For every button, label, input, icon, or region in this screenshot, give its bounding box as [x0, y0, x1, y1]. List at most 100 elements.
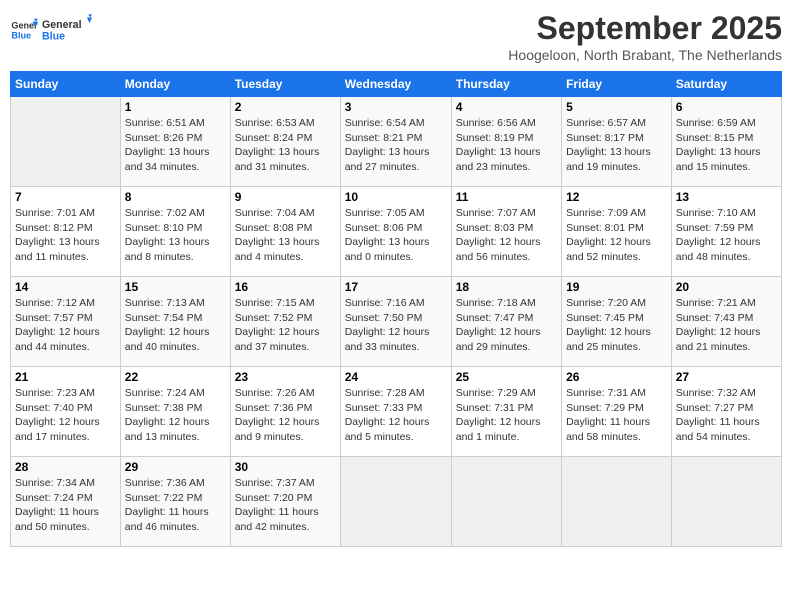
calendar-cell: 5 Sunrise: 6:57 AM Sunset: 8:17 PM Daylig…: [562, 97, 672, 187]
day-number: 13: [676, 190, 777, 204]
calendar-cell: 26Sunrise: 7:31 AM Sunset: 7:29 PM Dayli…: [562, 367, 672, 457]
day-number: 14: [15, 280, 116, 294]
day-number: 27: [676, 370, 777, 384]
logo-graphic-icon: General Blue: [42, 10, 92, 50]
day-number: 15: [125, 280, 226, 294]
day-number: 19: [566, 280, 667, 294]
month-title: September 2025: [508, 10, 782, 47]
calendar-cell: 9 Sunrise: 7:04 AM Sunset: 8:08 PM Daylig…: [230, 187, 340, 277]
header-day-thursday: Thursday: [451, 72, 561, 97]
title-area: September 2025 Hoogeloon, North Brabant,…: [508, 10, 782, 63]
calendar-cell: 8Sunrise: 7:02 AM Sunset: 8:10 PM Daylig…: [120, 187, 230, 277]
day-number: 30: [235, 460, 336, 474]
header-day-monday: Monday: [120, 72, 230, 97]
calendar-cell: 27 Sunrise: 7:32 AM Sunset: 7:27 PM Dayli…: [671, 367, 781, 457]
day-info: Sunrise: 7:31 AM Sunset: 7:29 PM Dayligh…: [566, 386, 667, 445]
day-number: 2: [235, 100, 336, 114]
header-day-friday: Friday: [562, 72, 672, 97]
svg-text:General: General: [42, 19, 82, 31]
calendar-cell: [340, 457, 451, 547]
svg-text:Blue: Blue: [11, 30, 31, 40]
day-info: Sunrise: 7:07 AM Sunset: 8:03 PM Dayligh…: [456, 206, 557, 265]
calendar-table: SundayMondayTuesdayWednesdayThursdayFrid…: [10, 71, 782, 547]
day-number: 25: [456, 370, 557, 384]
day-info: Sunrise: 7:20 AM Sunset: 7:45 PM Dayligh…: [566, 296, 667, 355]
day-number: 6: [676, 100, 777, 114]
calendar-cell: [451, 457, 561, 547]
calendar-cell: 7 Sunrise: 7:01 AM Sunset: 8:12 PM Daylig…: [11, 187, 121, 277]
calendar-header: SundayMondayTuesdayWednesdayThursdayFrid…: [11, 72, 782, 97]
day-info: Sunrise: 7:01 AM Sunset: 8:12 PM Dayligh…: [15, 206, 116, 265]
day-info: Sunrise: 7:23 AM Sunset: 7:40 PM Dayligh…: [15, 386, 116, 445]
day-number: 7: [15, 190, 116, 204]
day-number: 5: [566, 100, 667, 114]
week-row-1: 1 Sunrise: 6:51 AM Sunset: 8:26 PM Daylig…: [11, 97, 782, 187]
header-day-tuesday: Tuesday: [230, 72, 340, 97]
calendar-cell: 6 Sunrise: 6:59 AM Sunset: 8:15 PM Daylig…: [671, 97, 781, 187]
day-info: Sunrise: 6:56 AM Sunset: 8:19 PM Dayligh…: [456, 116, 557, 175]
calendar-body: 1 Sunrise: 6:51 AM Sunset: 8:26 PM Daylig…: [11, 97, 782, 547]
day-number: 21: [15, 370, 116, 384]
day-info: Sunrise: 7:10 AM Sunset: 7:59 PM Dayligh…: [676, 206, 777, 265]
day-info: Sunrise: 7:12 AM Sunset: 7:57 PM Dayligh…: [15, 296, 116, 355]
day-number: 4: [456, 100, 557, 114]
day-number: 9: [235, 190, 336, 204]
day-number: 3: [345, 100, 447, 114]
day-info: Sunrise: 7:36 AM Sunset: 7:22 PM Dayligh…: [125, 476, 226, 535]
day-info: Sunrise: 7:09 AM Sunset: 8:01 PM Dayligh…: [566, 206, 667, 265]
week-row-2: 7 Sunrise: 7:01 AM Sunset: 8:12 PM Daylig…: [11, 187, 782, 277]
day-number: 1: [125, 100, 226, 114]
calendar-cell: 11 Sunrise: 7:07 AM Sunset: 8:03 PM Dayli…: [451, 187, 561, 277]
day-number: 17: [345, 280, 447, 294]
day-number: 28: [15, 460, 116, 474]
calendar-cell: 23 Sunrise: 7:26 AM Sunset: 7:36 PM Dayli…: [230, 367, 340, 457]
day-number: 22: [125, 370, 226, 384]
calendar-cell: 4 Sunrise: 6:56 AM Sunset: 8:19 PM Daylig…: [451, 97, 561, 187]
day-info: Sunrise: 6:51 AM Sunset: 8:26 PM Dayligh…: [125, 116, 226, 175]
day-info: Sunrise: 7:16 AM Sunset: 7:50 PM Dayligh…: [345, 296, 447, 355]
calendar-cell: 2Sunrise: 6:53 AM Sunset: 8:24 PM Daylig…: [230, 97, 340, 187]
calendar-cell: 12 Sunrise: 7:09 AM Sunset: 8:01 PM Dayli…: [562, 187, 672, 277]
calendar-cell: 25 Sunrise: 7:29 AM Sunset: 7:31 PM Dayli…: [451, 367, 561, 457]
day-info: Sunrise: 7:18 AM Sunset: 7:47 PM Dayligh…: [456, 296, 557, 355]
location: Hoogeloon, North Brabant, The Netherland…: [508, 47, 782, 63]
logo: General Blue General Blue: [10, 10, 92, 50]
day-number: 23: [235, 370, 336, 384]
day-info: Sunrise: 7:13 AM Sunset: 7:54 PM Dayligh…: [125, 296, 226, 355]
calendar-cell: 19 Sunrise: 7:20 AM Sunset: 7:45 PM Dayli…: [562, 277, 672, 367]
day-info: Sunrise: 7:29 AM Sunset: 7:31 PM Dayligh…: [456, 386, 557, 445]
day-number: 12: [566, 190, 667, 204]
day-info: Sunrise: 7:26 AM Sunset: 7:36 PM Dayligh…: [235, 386, 336, 445]
svg-text:Blue: Blue: [42, 30, 65, 42]
day-info: Sunrise: 6:59 AM Sunset: 8:15 PM Dayligh…: [676, 116, 777, 175]
day-info: Sunrise: 7:15 AM Sunset: 7:52 PM Dayligh…: [235, 296, 336, 355]
day-info: Sunrise: 7:34 AM Sunset: 7:24 PM Dayligh…: [15, 476, 116, 535]
calendar-cell: 24 Sunrise: 7:28 AM Sunset: 7:33 PM Dayli…: [340, 367, 451, 457]
week-row-4: 21 Sunrise: 7:23 AM Sunset: 7:40 PM Dayli…: [11, 367, 782, 457]
calendar-cell: 15 Sunrise: 7:13 AM Sunset: 7:54 PM Dayli…: [120, 277, 230, 367]
header-row: SundayMondayTuesdayWednesdayThursdayFrid…: [11, 72, 782, 97]
calendar-cell: 3Sunrise: 6:54 AM Sunset: 8:21 PM Daylig…: [340, 97, 451, 187]
day-number: 11: [456, 190, 557, 204]
calendar-cell: [671, 457, 781, 547]
day-info: Sunrise: 7:37 AM Sunset: 7:20 PM Dayligh…: [235, 476, 336, 535]
day-info: Sunrise: 7:28 AM Sunset: 7:33 PM Dayligh…: [345, 386, 447, 445]
page-header: General Blue General Blue September 2025…: [10, 10, 782, 63]
calendar-cell: 22Sunrise: 7:24 AM Sunset: 7:38 PM Dayli…: [120, 367, 230, 457]
day-info: Sunrise: 7:32 AM Sunset: 7:27 PM Dayligh…: [676, 386, 777, 445]
calendar-cell: 16Sunrise: 7:15 AM Sunset: 7:52 PM Dayli…: [230, 277, 340, 367]
calendar-cell: 13 Sunrise: 7:10 AM Sunset: 7:59 PM Dayli…: [671, 187, 781, 277]
calendar-cell: [562, 457, 672, 547]
calendar-cell: 28 Sunrise: 7:34 AM Sunset: 7:24 PM Dayli…: [11, 457, 121, 547]
day-info: Sunrise: 7:05 AM Sunset: 8:06 PM Dayligh…: [345, 206, 447, 265]
week-row-3: 14 Sunrise: 7:12 AM Sunset: 7:57 PM Dayli…: [11, 277, 782, 367]
calendar-cell: 30 Sunrise: 7:37 AM Sunset: 7:20 PM Dayli…: [230, 457, 340, 547]
header-day-wednesday: Wednesday: [340, 72, 451, 97]
calendar-cell: 10Sunrise: 7:05 AM Sunset: 8:06 PM Dayli…: [340, 187, 451, 277]
week-row-5: 28 Sunrise: 7:34 AM Sunset: 7:24 PM Dayli…: [11, 457, 782, 547]
day-info: Sunrise: 7:04 AM Sunset: 8:08 PM Dayligh…: [235, 206, 336, 265]
day-info: Sunrise: 6:57 AM Sunset: 8:17 PM Dayligh…: [566, 116, 667, 175]
calendar-cell: [11, 97, 121, 187]
calendar-cell: 18Sunrise: 7:18 AM Sunset: 7:47 PM Dayli…: [451, 277, 561, 367]
day-number: 24: [345, 370, 447, 384]
